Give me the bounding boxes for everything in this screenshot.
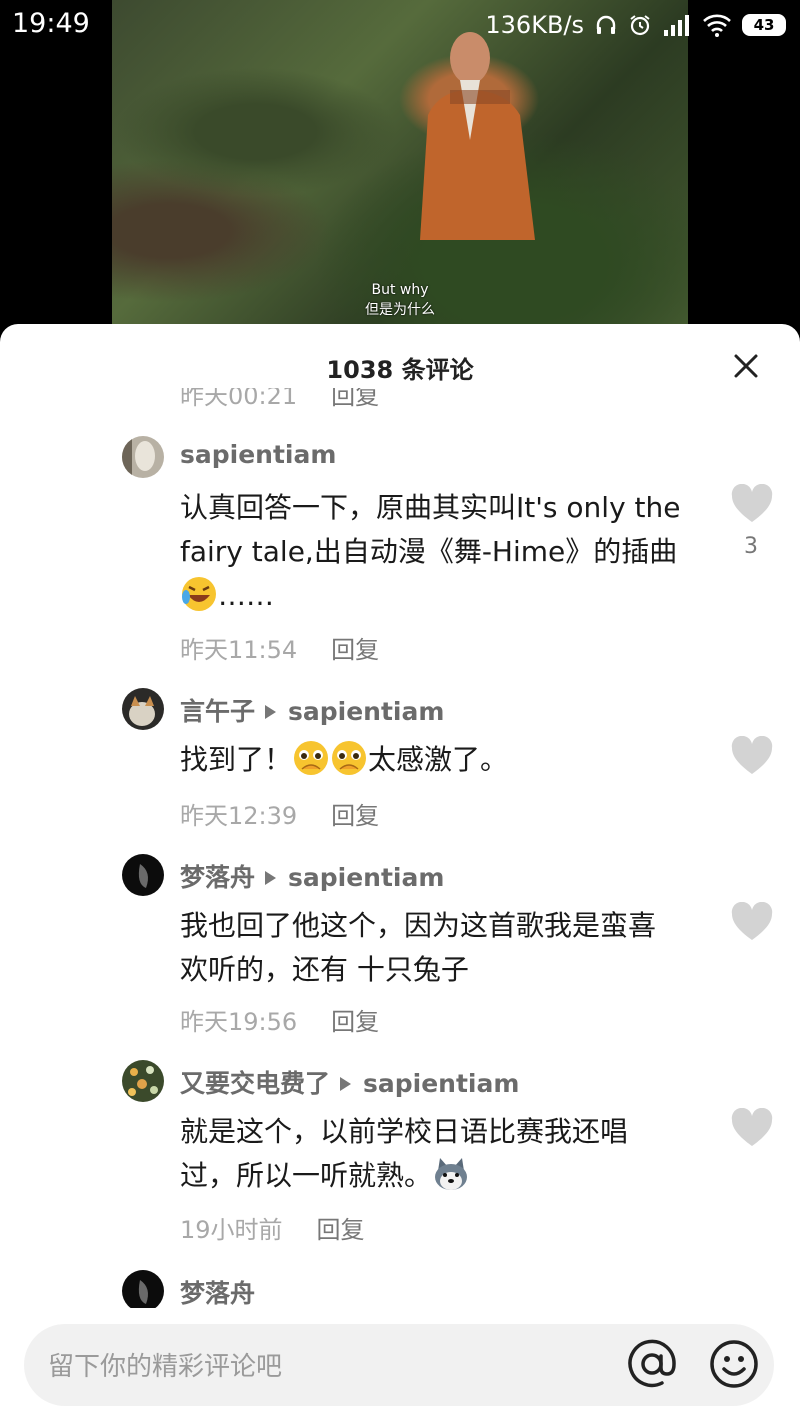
comment-username[interactable]: sapientiam <box>180 440 336 469</box>
wifi-icon <box>703 14 731 37</box>
comment-time: 昨天00:21 <box>180 388 298 410</box>
status-bar: 19:49 136KB/s 43 <box>0 0 800 52</box>
subtitle-chinese: 但是为什么 <box>365 302 435 318</box>
reply-button[interactable]: 回复 <box>331 388 379 410</box>
comment-text: 找到了！ 太感激了。 <box>180 738 720 782</box>
comment-username[interactable]: 言午子 sapientiam <box>180 692 444 728</box>
comment-input-bar[interactable]: 留下你的精彩评论吧 <box>24 1324 774 1406</box>
comment-text: 就是这个，以前学校日语比赛我还唱 过，所以一听就熟。 <box>180 1115 629 1192</box>
alarm-icon <box>630 15 650 36</box>
pleading-face-emoji-icon <box>332 741 367 775</box>
reply-arrow-icon <box>340 1077 352 1091</box>
avatar[interactable] <box>122 436 164 478</box>
heart-icon[interactable] <box>730 902 774 942</box>
comment-text: 认真回答一下，原曲其实叫It's only the fairy tale,出自动… <box>180 491 681 612</box>
comment-time: 19小时前 <box>180 1216 283 1244</box>
close-icon[interactable] <box>732 352 760 380</box>
comment-username[interactable]: 梦落舟 <box>180 1274 255 1308</box>
reply-button[interactable]: 回复 <box>317 1216 365 1244</box>
emoji-smile-icon[interactable] <box>708 1338 760 1390</box>
comments-count-title: 1038 条评论 <box>326 356 474 384</box>
reply-arrow-icon <box>265 705 277 719</box>
avatar[interactable] <box>122 1270 164 1308</box>
comment-input[interactable]: 留下你的精彩评论吧 <box>48 1346 282 1383</box>
comment-time: 昨天19:56 <box>180 1008 298 1036</box>
comment-meta: 昨天12:39 回复 <box>180 796 379 831</box>
reply-arrow-icon <box>265 871 277 885</box>
battery-indicator: 43 <box>742 14 786 36</box>
avatar[interactable] <box>122 1060 164 1102</box>
pleading-face-emoji-icon <box>294 741 329 775</box>
status-time: 19:49 <box>12 8 90 39</box>
video-subtitle: But why 但是为什么 <box>112 280 688 320</box>
comment-list[interactable]: 昨天00:21 回复 sapientiam 认真回答一下，原曲其实叫It's on… <box>0 388 800 1308</box>
video-figure-image <box>420 32 535 240</box>
comment-time: 昨天12:39 <box>180 802 298 830</box>
laughing-tears-emoji-icon <box>182 577 216 611</box>
previous-comment-meta: 昨天00:21 回复 <box>180 388 379 411</box>
avatar[interactable] <box>122 854 164 896</box>
comment-username[interactable]: 又要交电费了 sapientiam <box>180 1064 519 1100</box>
avatar[interactable] <box>122 688 164 730</box>
signal-icon <box>664 15 689 36</box>
husky-dog-emoji-icon <box>435 1158 468 1190</box>
like-count: 3 <box>744 534 758 559</box>
heart-icon[interactable] <box>730 736 774 776</box>
reply-button[interactable]: 回复 <box>331 802 379 830</box>
reply-button[interactable]: 回复 <box>331 1008 379 1036</box>
status-icons: 136KB/s 43 <box>485 10 786 40</box>
comment-text: 我也回了他这个，因为这首歌我是蛮喜 欢听的，还有 十只兔子 <box>180 909 657 986</box>
at-mention-icon[interactable] <box>624 1336 680 1392</box>
network-speed: 136KB/s <box>485 11 584 39</box>
comment-meta: 昨天19:56 回复 <box>180 1002 379 1037</box>
comment-username[interactable]: 梦落舟 sapientiam <box>180 858 444 894</box>
comments-sheet: 1038 条评论 昨天00:21 回复 sapientiam 认真回答一下，原曲其… <box>0 324 800 1422</box>
heart-icon[interactable] <box>730 1108 774 1148</box>
heart-icon[interactable] <box>730 484 774 524</box>
comment-meta: 19小时前 回复 <box>180 1210 365 1245</box>
headphones-icon <box>596 15 616 34</box>
reply-button[interactable]: 回复 <box>331 636 379 664</box>
subtitle-english: But why <box>371 282 429 298</box>
comment-meta: 昨天11:54 回复 <box>180 630 379 665</box>
comment-time: 昨天11:54 <box>180 636 298 664</box>
